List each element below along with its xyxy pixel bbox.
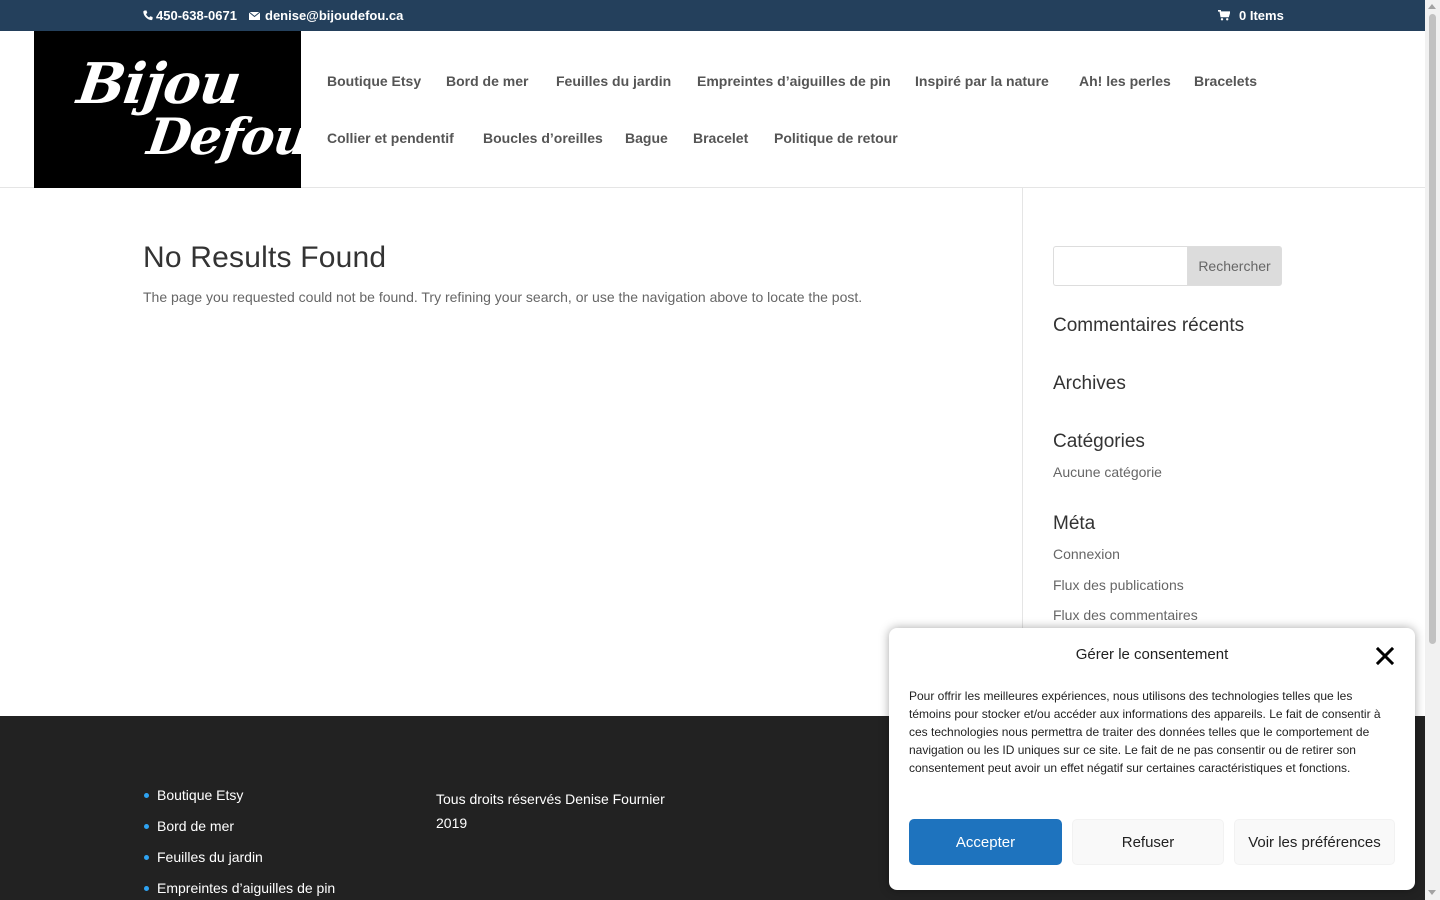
top-bar: 450-638-0671 denise@bijoudefou.ca 0 Item… — [0, 0, 1425, 31]
archives-title: Archives — [1053, 373, 1126, 394]
nav-item-bracelet[interactable]: Bracelet — [693, 130, 748, 146]
search-form: Rechercher — [1053, 246, 1283, 286]
nav-item-inspire-nature[interactable]: Inspiré par la nature — [915, 73, 1049, 89]
nav-item-perles[interactable]: Ah! les perles — [1079, 73, 1171, 89]
scrollbar-thumb[interactable] — [1429, 14, 1436, 644]
nav-item-boutique-etsy[interactable]: Boutique Etsy — [327, 73, 421, 89]
nav-item-collier[interactable]: Collier et pendentif — [327, 130, 454, 146]
sidebar: Rechercher Commentaires récents Archives… — [1053, 246, 1283, 623]
meta-link-comments-feed[interactable]: Flux des commentaires — [1053, 607, 1198, 623]
meta-link-login[interactable]: Connexion — [1053, 546, 1120, 562]
page-scrollbar[interactable] — [1425, 0, 1440, 900]
consent-message: Pour offrir les meilleures expériences, … — [909, 689, 1381, 775]
scroll-down-arrow-icon[interactable] — [1428, 890, 1436, 895]
consent-dialog: Gérer le consentement Pour offrir les me… — [889, 628, 1415, 890]
meta-title: Méta — [1053, 513, 1096, 534]
nav-item-bague[interactable]: Bague — [625, 130, 668, 146]
refuse-button[interactable]: Refuser — [1072, 819, 1224, 865]
nav-item-feuilles-du-jardin[interactable]: Feuilles du jardin — [556, 73, 671, 89]
footer-link-empreintes[interactable]: Empreintes d’aiguilles de pin — [143, 881, 335, 900]
category-link[interactable]: Aucune catégorie — [1053, 464, 1162, 480]
nav-item-bracelets[interactable]: Bracelets — [1194, 73, 1257, 89]
site-logo[interactable]: Bijou Defou — [34, 31, 314, 188]
not-found-message: The page you requested could not be foun… — [143, 289, 863, 305]
nav-item-politique-retour[interactable]: Politique de retour — [774, 130, 898, 146]
view-preferences-button[interactable]: Voir les préférences — [1234, 819, 1395, 865]
phone-icon — [143, 10, 153, 21]
recent-comments-title: Commentaires récents — [1053, 315, 1245, 336]
footer-links: Boutique Etsy Bord de mer Feuilles du ja… — [143, 788, 335, 900]
nav-item-boucles[interactable]: Boucles d’oreilles — [483, 130, 603, 146]
phone-number: 450-638-0671 — [156, 8, 237, 23]
footer-link-feuilles[interactable]: Feuilles du jardin — [143, 850, 335, 881]
logo-text-line2: Defou — [143, 107, 314, 166]
footer-copyright: Tous droits réservés Denise Fournier 201… — [436, 791, 665, 831]
envelope-icon — [249, 11, 260, 20]
site-header: Bijou Defou Boutique Etsy Bord de mer Fe… — [0, 31, 1425, 188]
footer-link-bord-de-mer[interactable]: Bord de mer — [143, 819, 335, 850]
search-input[interactable] — [1053, 246, 1187, 286]
cart-link[interactable]: 0 Items — [1218, 8, 1284, 23]
footer-link-boutique-etsy[interactable]: Boutique Etsy — [143, 788, 335, 819]
nav-item-bord-de-mer[interactable]: Bord de mer — [446, 73, 528, 89]
main-content: No Results Found The page you requested … — [143, 241, 1003, 305]
accept-button[interactable]: Accepter — [909, 819, 1062, 865]
cart-count: 0 Items — [1239, 8, 1284, 23]
page-title: No Results Found — [143, 241, 387, 274]
close-icon[interactable] — [1375, 646, 1395, 666]
shopping-cart-icon — [1218, 10, 1230, 21]
email-contact[interactable]: denise@bijoudefou.ca — [249, 8, 403, 23]
search-button[interactable]: Rechercher — [1187, 246, 1282, 286]
categories-title: Catégories — [1053, 431, 1145, 452]
nav-item-empreintes[interactable]: Empreintes d’aiguilles de pin — [697, 73, 891, 89]
scroll-up-arrow-icon[interactable] — [1428, 4, 1436, 9]
email-address: denise@bijoudefou.ca — [265, 8, 404, 23]
meta-link-posts-feed[interactable]: Flux des publications — [1053, 577, 1184, 593]
phone-contact[interactable]: 450-638-0671 — [143, 8, 237, 23]
consent-title: Gérer le consentement — [1075, 646, 1229, 663]
